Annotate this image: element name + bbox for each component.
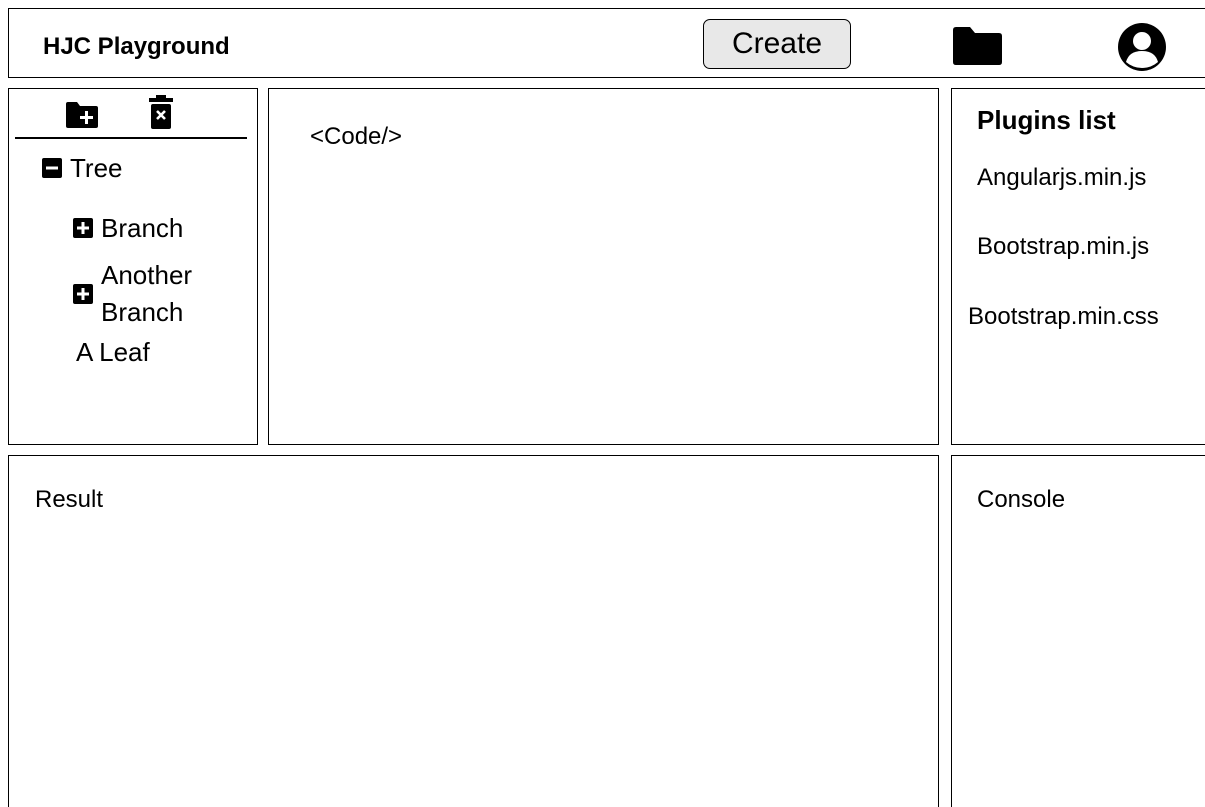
expand-plus-icon[interactable] (73, 284, 93, 304)
plugin-item[interactable]: Bootstrap.min.css (968, 303, 1159, 331)
plugins-panel: Plugins list Angularjs.min.js Bootstrap.… (951, 88, 1205, 445)
account-circle-icon[interactable] (1117, 22, 1167, 72)
code-editor[interactable]: <Code/> (268, 88, 939, 445)
plugin-item[interactable]: Angularjs.min.js (977, 164, 1146, 192)
plugins-title: Plugins list (977, 105, 1116, 135)
tree-node-branch[interactable]: Branch (73, 213, 183, 243)
app-title: HJC Playground (43, 33, 230, 60)
tree-node-label: A Leaf (76, 337, 150, 367)
collapse-minus-icon[interactable] (42, 158, 62, 178)
tree-node-another-branch[interactable]: Another Branch (73, 257, 221, 331)
expand-plus-icon[interactable] (73, 218, 93, 238)
create-button[interactable]: Create (703, 19, 851, 69)
folder-plus-icon[interactable] (65, 101, 99, 129)
result-panel: Result (8, 455, 939, 807)
tree-node-label: Branch (101, 213, 184, 243)
tree-node-label: Another Branch (101, 260, 193, 327)
console-panel: Console (951, 455, 1205, 807)
tree-node-label: Tree (70, 153, 123, 183)
tree-node-root[interactable]: Tree (42, 153, 123, 183)
plugin-item[interactable]: Bootstrap.min.js (977, 233, 1149, 261)
folder-icon[interactable] (951, 26, 1003, 66)
code-placeholder: <Code/> (310, 123, 403, 150)
console-label: Console (977, 486, 1066, 513)
top-header: HJC Playground Create (8, 8, 1205, 78)
tree-toolbar (15, 89, 247, 139)
file-tree-panel: Tree Branch Another Branch A Leaf (8, 88, 258, 445)
result-label: Result (35, 486, 104, 513)
tree-node-leaf[interactable]: A Leaf (76, 337, 150, 367)
trash-x-icon[interactable] (147, 94, 175, 130)
